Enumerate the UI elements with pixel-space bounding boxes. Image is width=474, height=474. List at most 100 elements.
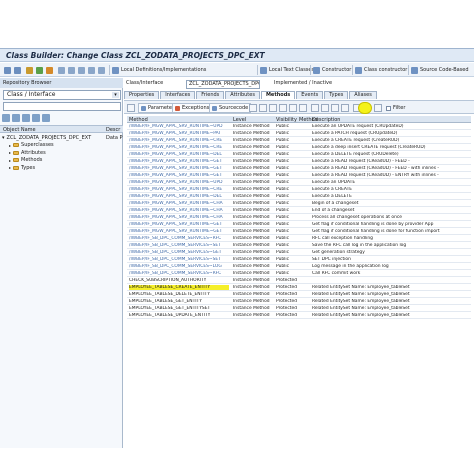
- method-name-cell[interactable]: /IWBEP/IF_MGW_APPL_SRV_RUNTIME~GET: [129, 166, 229, 171]
- class-name-field[interactable]: ZCL_ZODATA_PROJECTS_DPC_EXT: [186, 80, 260, 89]
- tab-events[interactable]: Events: [296, 91, 324, 99]
- find-next-icon[interactable]: [341, 104, 349, 112]
- find-icon[interactable]: [331, 104, 339, 112]
- method-name-cell[interactable]: /IWBEP/IF_MGW_APPL_SRV_RUNTIME~PAT: [129, 131, 229, 136]
- exceptions-button[interactable]: Exceptions: [172, 103, 213, 113]
- table-row[interactable]: /IWBEP/IF_SB_DPC_COMM_SERVICES~SET Instan…: [127, 256, 471, 263]
- table-row[interactable]: /IWBEP/IF_SB_DPC_COMM_SERVICES~RFC Instan…: [127, 270, 471, 277]
- display-object-list-button[interactable]: [78, 65, 85, 75]
- table-row[interactable]: /IWBEP/IF_MGW_APPL_SRV_RUNTIME~DEL Instan…: [127, 151, 471, 158]
- method-name-cell[interactable]: /IWBEP/IF_MGW_APPL_SRV_RUNTIME~UPD: [129, 180, 229, 185]
- object-type-select[interactable]: Class / Interface ▾: [3, 90, 121, 100]
- table-row[interactable]: /IWBEP/IF_MGW_APPL_SRV_RUNTIME~GET Instan…: [127, 158, 471, 165]
- tab-types[interactable]: Types: [324, 91, 349, 99]
- tab-interfaces[interactable]: Interfaces: [160, 91, 196, 99]
- method-name-cell[interactable]: /IWBEP/IF_SB_DPC_COMM_SERVICES~SET: [129, 243, 229, 248]
- table-row[interactable]: /IWBEP/IF_MGW_APPL_SRV_RUNTIME~UPD Instan…: [127, 179, 471, 186]
- table-row[interactable]: EMPLOYEE_TABLESE_GET_ENTITY Instance Meth…: [127, 298, 471, 305]
- highlighted-redefine-button[interactable]: [358, 102, 372, 114]
- method-name-cell[interactable]: /IWBEP/IF_SB_DPC_COMM_SERVICES~RFC: [129, 236, 229, 241]
- expand-triangle-icon[interactable]: ▸: [9, 158, 11, 163]
- method-name-cell[interactable]: /IWBEP/IF_SB_DPC_COMM_SERVICES~LOG: [129, 264, 229, 269]
- collapse-icon[interactable]: [42, 114, 50, 122]
- method-name-cell[interactable]: /IWBEP/IF_MGW_APPL_SRV_RUNTIME~CHA: [129, 208, 229, 213]
- method-name-cell[interactable]: /IWBEP/IF_SB_DPC_COMM_SERVICES~GET: [129, 250, 229, 255]
- tab-friends[interactable]: Friends: [196, 91, 225, 99]
- details-icon[interactable]: [321, 104, 329, 112]
- table-row[interactable]: /IWBEP/IF_MGW_APPL_SRV_RUNTIME~DEL Instan…: [127, 193, 471, 200]
- method-name-cell[interactable]: EMPLOYEE_TABLESE_CREATE_ENTITY: [129, 284, 229, 290]
- col-level[interactable]: Level: [233, 117, 246, 123]
- table-row[interactable]: /IWBEP/IF_MGW_APPL_SRV_RUNTIME~GET Instan…: [127, 165, 471, 172]
- documentation-icon[interactable]: [374, 104, 382, 112]
- method-name-cell[interactable]: /IWBEP/IF_MGW_APPL_SRV_RUNTIME~CRE: [129, 145, 229, 150]
- display-icon[interactable]: [2, 114, 10, 122]
- table-row[interactable]: /IWBEP/IF_MGW_APPL_SRV_RUNTIME~GET Instan…: [127, 228, 471, 235]
- tab-aliases[interactable]: Aliases: [349, 91, 377, 99]
- object-name-input[interactable]: [3, 102, 121, 111]
- chevron-down-icon[interactable]: ▾: [112, 92, 119, 98]
- local-definitions-button[interactable]: Local Definitions/Implementations: [112, 65, 206, 75]
- expand-triangle-icon[interactable]: ▸: [9, 150, 11, 155]
- where-used-button[interactable]: [58, 65, 65, 75]
- method-name-cell[interactable]: CHECK_SUBSCRIPTION_AUTHORITY: [129, 278, 229, 283]
- table-row[interactable]: /IWBEP/IF_SB_DPC_COMM_SERVICES~GET Instan…: [127, 249, 471, 256]
- tab-properties[interactable]: Properties: [124, 91, 160, 99]
- table-row[interactable]: /IWBEP/IF_MGW_APPL_SRV_RUNTIME~PAT Instan…: [127, 130, 471, 137]
- method-name-cell[interactable]: /IWBEP/IF_MGW_APPL_SRV_RUNTIME~GET: [129, 222, 229, 227]
- tree-node-methods[interactable]: ▸ Methods: [0, 157, 123, 165]
- filter-checkbox[interactable]: [386, 105, 391, 111]
- method-name-cell[interactable]: /IWBEP/IF_MGW_APPL_SRV_RUNTIME~UPD: [129, 124, 229, 129]
- table-row[interactable]: /IWBEP/IF_MGW_APPL_SRV_RUNTIME~GET Instan…: [127, 221, 471, 228]
- method-name-cell[interactable]: /IWBEP/IF_MGW_APPL_SRV_RUNTIME~DEL: [129, 194, 229, 199]
- check-button[interactable]: [36, 65, 43, 75]
- table-row[interactable]: /IWBEP/IF_SB_DPC_COMM_SERVICES~SET Instan…: [127, 242, 471, 249]
- table-row[interactable]: /IWBEP/IF_SB_DPC_COMM_SERVICES~RFC Instan…: [127, 235, 471, 242]
- up-arrow-icon[interactable]: [12, 114, 20, 122]
- table-row[interactable]: /IWBEP/IF_MGW_APPL_SRV_RUNTIME~CRE Instan…: [127, 144, 471, 151]
- expand-triangle-icon[interactable]: ▸: [9, 165, 11, 170]
- method-name-cell[interactable]: EMPLOYEE_TABLESE_DELETE_ENTITY: [129, 292, 229, 297]
- method-name-cell[interactable]: /IWBEP/IF_MGW_APPL_SRV_RUNTIME~CHA: [129, 201, 229, 206]
- help-button[interactable]: [88, 65, 95, 75]
- method-name-cell[interactable]: /IWBEP/IF_SB_DPC_COMM_SERVICES~SET: [129, 257, 229, 262]
- col-visibility[interactable]: Visibility: [276, 117, 297, 123]
- tab-attributes[interactable]: Attributes: [225, 91, 260, 99]
- forward-button[interactable]: [14, 65, 21, 75]
- table-row[interactable]: CHECK_SUBSCRIPTION_AUTHORITY Instance Met…: [127, 277, 471, 284]
- refresh-icon[interactable]: [22, 114, 30, 122]
- table-row[interactable]: EMPLOYEE_TABLESE_CREATE_ENTITY Instance M…: [127, 284, 471, 291]
- back-button[interactable]: [4, 65, 11, 75]
- col-description[interactable]: Description: [312, 117, 340, 123]
- method-name-cell[interactable]: EMPLOYEE_TABLESE_GET_ENTITY: [129, 299, 229, 304]
- sourcecode-button[interactable]: Sourcecode: [209, 103, 252, 113]
- repository-browser-header[interactable]: Repository Browser: [0, 78, 123, 88]
- filter-toggle[interactable]: Filter: [386, 105, 405, 111]
- expand-triangle-icon[interactable]: ▸: [9, 143, 11, 148]
- method-name-cell[interactable]: /IWBEP/IF_MGW_APPL_SRV_RUNTIME~GET: [129, 229, 229, 234]
- tab-methods[interactable]: Methods: [260, 91, 296, 99]
- method-name-cell[interactable]: /IWBEP/IF_MGW_APPL_SRV_RUNTIME~GET: [129, 173, 229, 178]
- local-test-classes-button[interactable]: Local Text Classes: [260, 65, 314, 75]
- copy-icon[interactable]: [259, 104, 267, 112]
- expand-icon[interactable]: [32, 114, 40, 122]
- back-icon[interactable]: [127, 104, 135, 112]
- table-row[interactable]: /IWBEP/IF_MGW_APPL_SRV_RUNTIME~CHA Instan…: [127, 214, 471, 221]
- source-code-based-button[interactable]: Source Code-Based: [411, 65, 469, 75]
- undo-icon[interactable]: [299, 104, 307, 112]
- delete-row-icon[interactable]: [289, 104, 297, 112]
- table-row[interactable]: EMPLOYEE_TABLESE_UPDATE_ENTITY Instance M…: [127, 312, 471, 319]
- table-row[interactable]: EMPLOYEE_TABLESE_DELETE_ENTITY Instance M…: [127, 291, 471, 298]
- display-change-button[interactable]: [26, 65, 33, 75]
- method-name-cell[interactable]: /IWBEP/IF_MGW_APPL_SRV_RUNTIME~CRE: [129, 138, 229, 143]
- constructor-button[interactable]: Constructor: [313, 65, 351, 75]
- col-method[interactable]: Method: [129, 117, 148, 123]
- activate-button[interactable]: [46, 65, 53, 75]
- tree-node-class[interactable]: ▾ ZCL_ZODATA_PROJECTS_DPC_EXT Data P: [0, 134, 123, 142]
- method-name-cell[interactable]: /IWBEP/IF_MGW_APPL_SRV_RUNTIME~CHA: [129, 215, 229, 220]
- method-name-cell[interactable]: /IWBEP/IF_MGW_APPL_SRV_RUNTIME~CRE: [129, 187, 229, 192]
- table-row[interactable]: /IWBEP/IF_MGW_APPL_SRV_RUNTIME~CHA Instan…: [127, 207, 471, 214]
- collapse-triangle-icon[interactable]: ▾: [2, 135, 5, 141]
- tree-node-attributes[interactable]: ▸ Attributes: [0, 149, 123, 157]
- cut-icon[interactable]: [249, 104, 257, 112]
